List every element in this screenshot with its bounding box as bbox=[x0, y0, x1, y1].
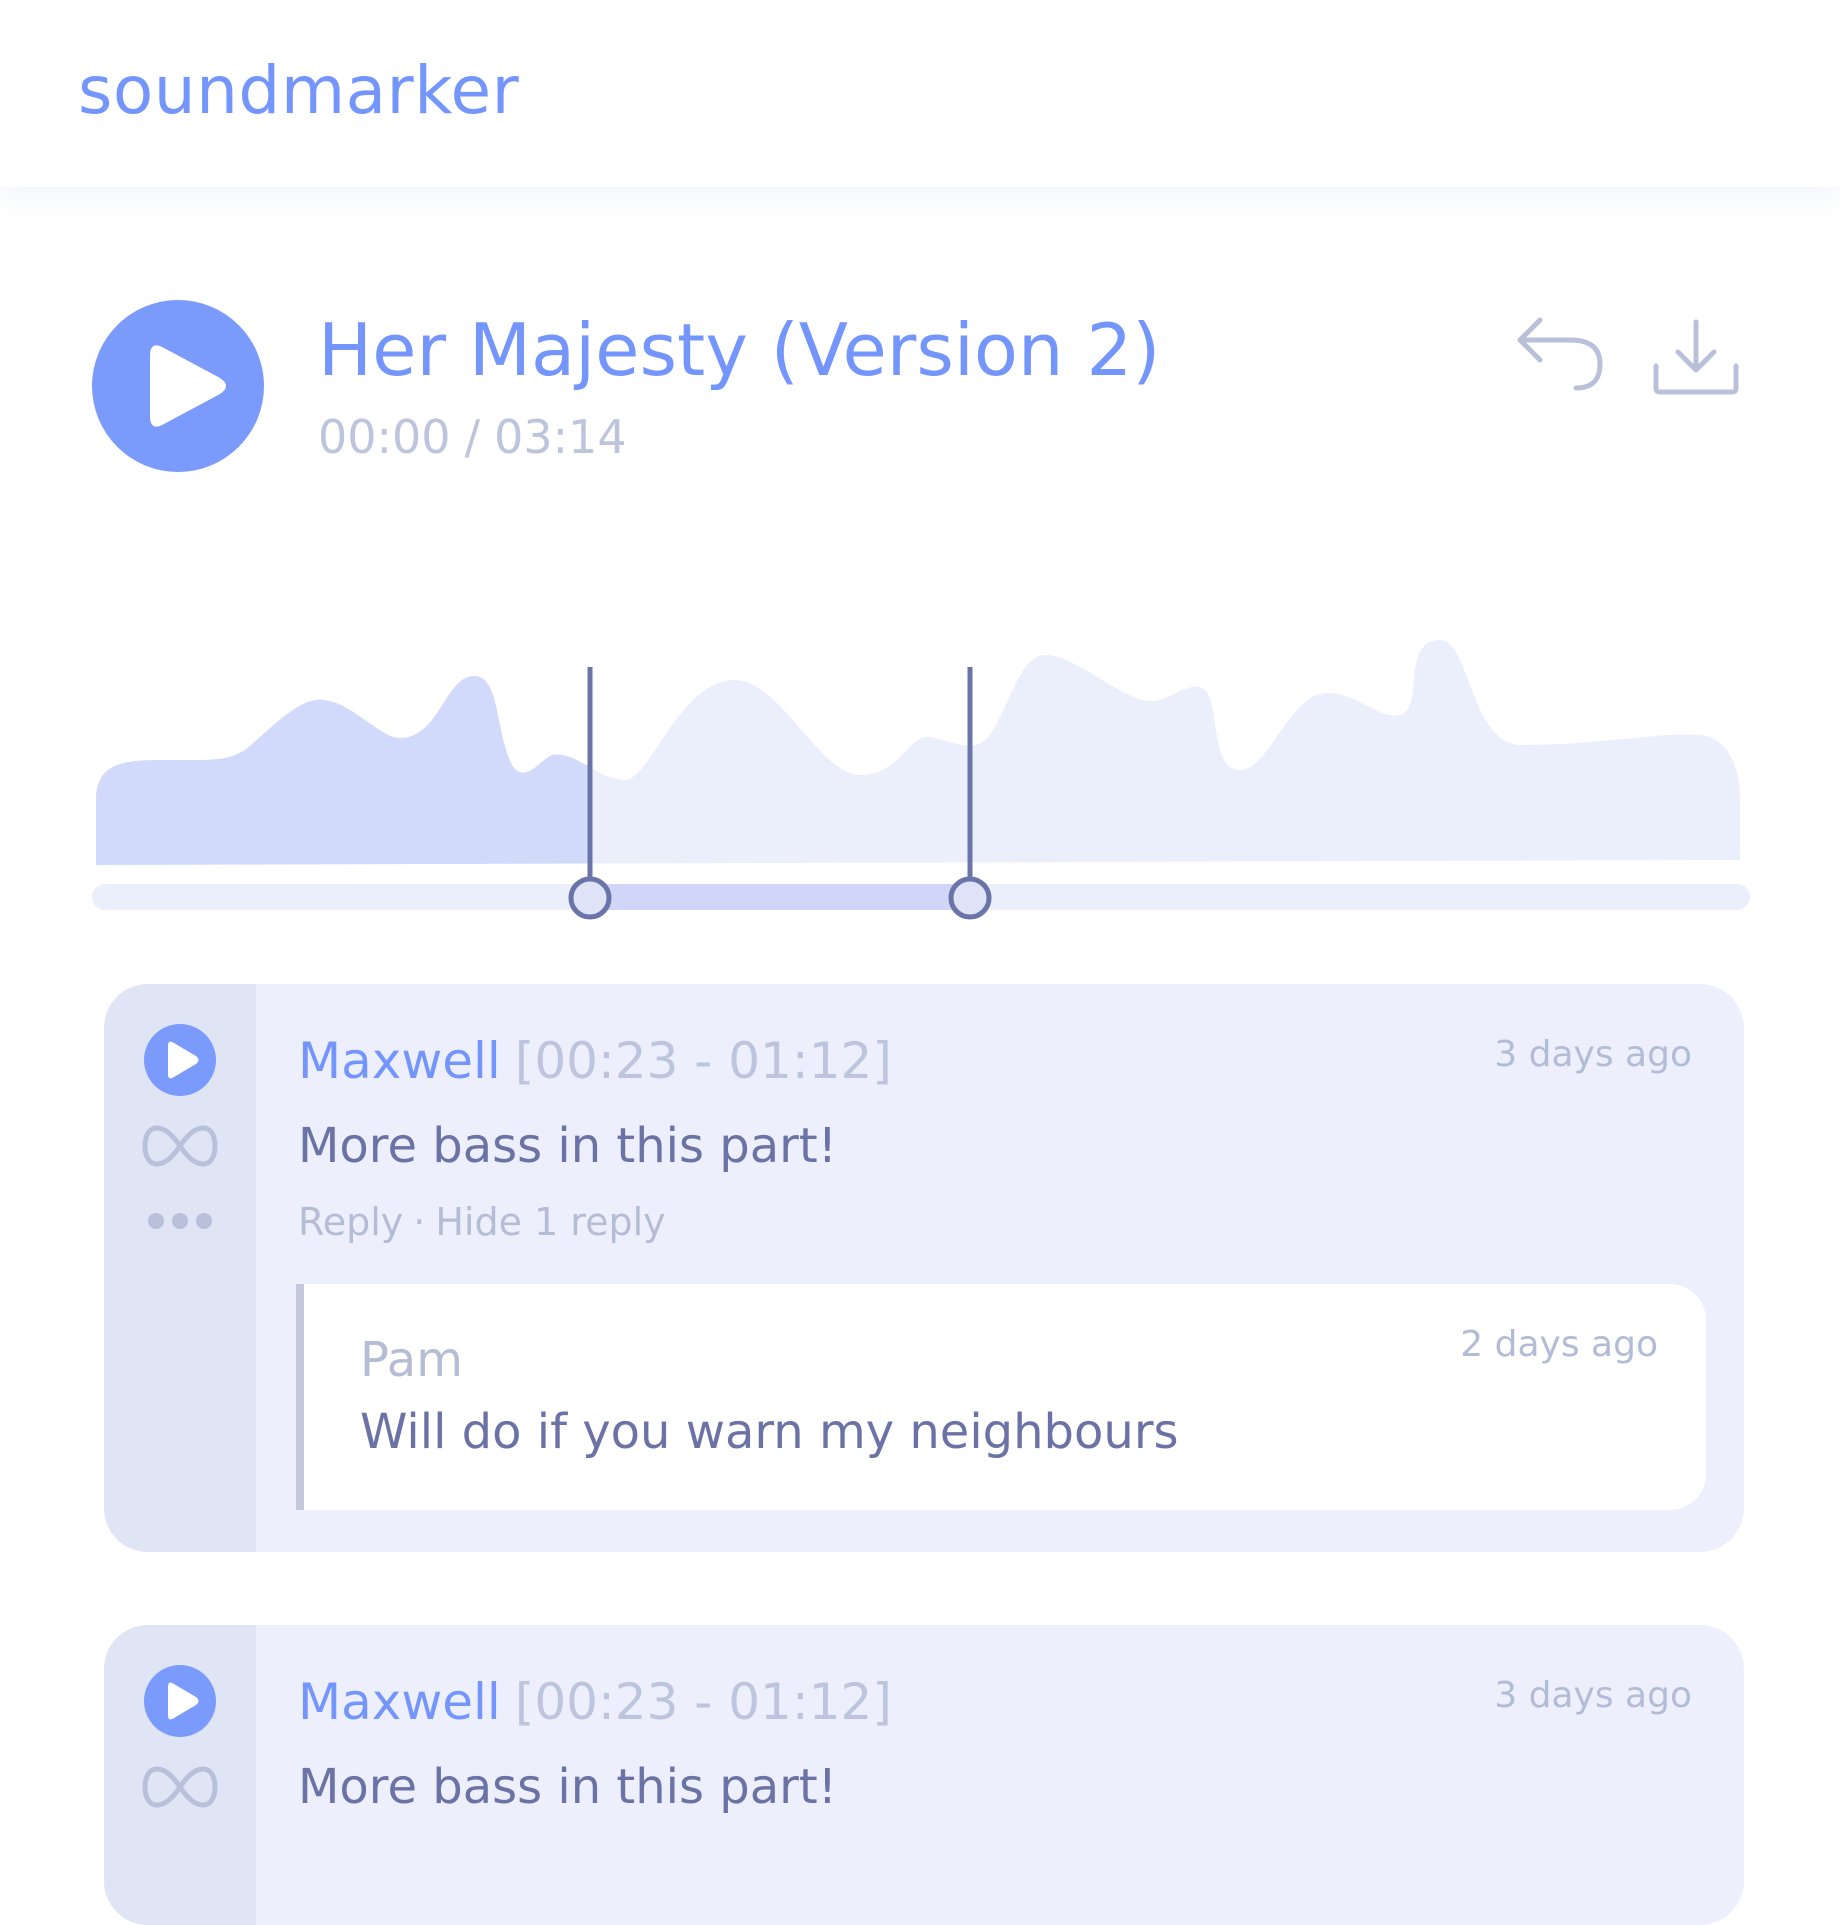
hide-replies-link[interactable]: Hide 1 reply bbox=[435, 1200, 665, 1244]
comment-time-range[interactable]: [00:23 - 01:12] bbox=[515, 1032, 892, 1090]
reply-author[interactable]: Pam bbox=[360, 1332, 463, 1388]
loop-icon[interactable] bbox=[142, 1765, 218, 1809]
download-icon bbox=[1653, 319, 1739, 395]
reply-link[interactable]: Reply bbox=[298, 1200, 403, 1244]
comment-header: Maxwell [00:23 - 01:12] bbox=[298, 1673, 892, 1731]
selection-start-handle bbox=[568, 876, 612, 920]
app-header: soundmarker bbox=[0, 0, 1840, 187]
comment-gutter bbox=[104, 1625, 256, 1925]
waveform-scrubber[interactable] bbox=[0, 600, 1840, 940]
comment-body: More bass in this part! bbox=[298, 1759, 837, 1815]
selection-end-handle bbox=[948, 876, 992, 920]
reply-body: Will do if you warn my neighbours bbox=[360, 1404, 1179, 1460]
current-time: 00:00 bbox=[318, 410, 451, 464]
comment-header: Maxwell [00:23 - 01:12] bbox=[298, 1032, 892, 1090]
duration: 03:14 bbox=[494, 410, 627, 464]
comment-author[interactable]: Maxwell bbox=[298, 1032, 501, 1090]
comment-gutter bbox=[104, 984, 256, 1552]
play-icon bbox=[168, 1682, 199, 1720]
loop-icon[interactable] bbox=[142, 1124, 218, 1168]
reply-button[interactable] bbox=[1512, 314, 1608, 394]
play-icon bbox=[168, 1041, 199, 1079]
comment-card: Maxwell [00:23 - 01:12] 3 days ago More b… bbox=[104, 984, 1744, 1552]
comment-play-button[interactable] bbox=[144, 1024, 216, 1096]
reply-timestamp: 2 days ago bbox=[1460, 1324, 1658, 1365]
comment-author[interactable]: Maxwell bbox=[298, 1673, 501, 1731]
comment-timestamp: 3 days ago bbox=[1494, 1034, 1692, 1075]
comment-actions: Reply · Hide 1 reply bbox=[298, 1200, 666, 1244]
more-options-icon[interactable] bbox=[146, 1209, 214, 1233]
main-play-button[interactable] bbox=[92, 300, 264, 472]
comment-time-range[interactable]: [00:23 - 01:12] bbox=[515, 1673, 892, 1731]
comment-timestamp: 3 days ago bbox=[1494, 1675, 1692, 1716]
brand-logo[interactable]: soundmarker bbox=[78, 52, 519, 129]
action-separator: · bbox=[413, 1200, 426, 1244]
play-icon bbox=[150, 345, 226, 427]
reply-arrow-icon bbox=[1517, 317, 1603, 391]
selection-range-bar bbox=[590, 884, 970, 910]
track-time: 00:00/03:14 bbox=[318, 410, 627, 464]
comment-card: Maxwell [00:23 - 01:12] 3 days ago More b… bbox=[104, 1625, 1744, 1925]
reply-item: Pam 2 days ago Will do if you warn my ne… bbox=[296, 1284, 1706, 1510]
track-title: Her Majesty (Version 2) bbox=[318, 308, 1161, 392]
download-button[interactable] bbox=[1650, 318, 1742, 398]
comment-body: More bass in this part! bbox=[298, 1118, 837, 1174]
comment-play-button[interactable] bbox=[144, 1665, 216, 1737]
time-separator: / bbox=[464, 410, 481, 464]
